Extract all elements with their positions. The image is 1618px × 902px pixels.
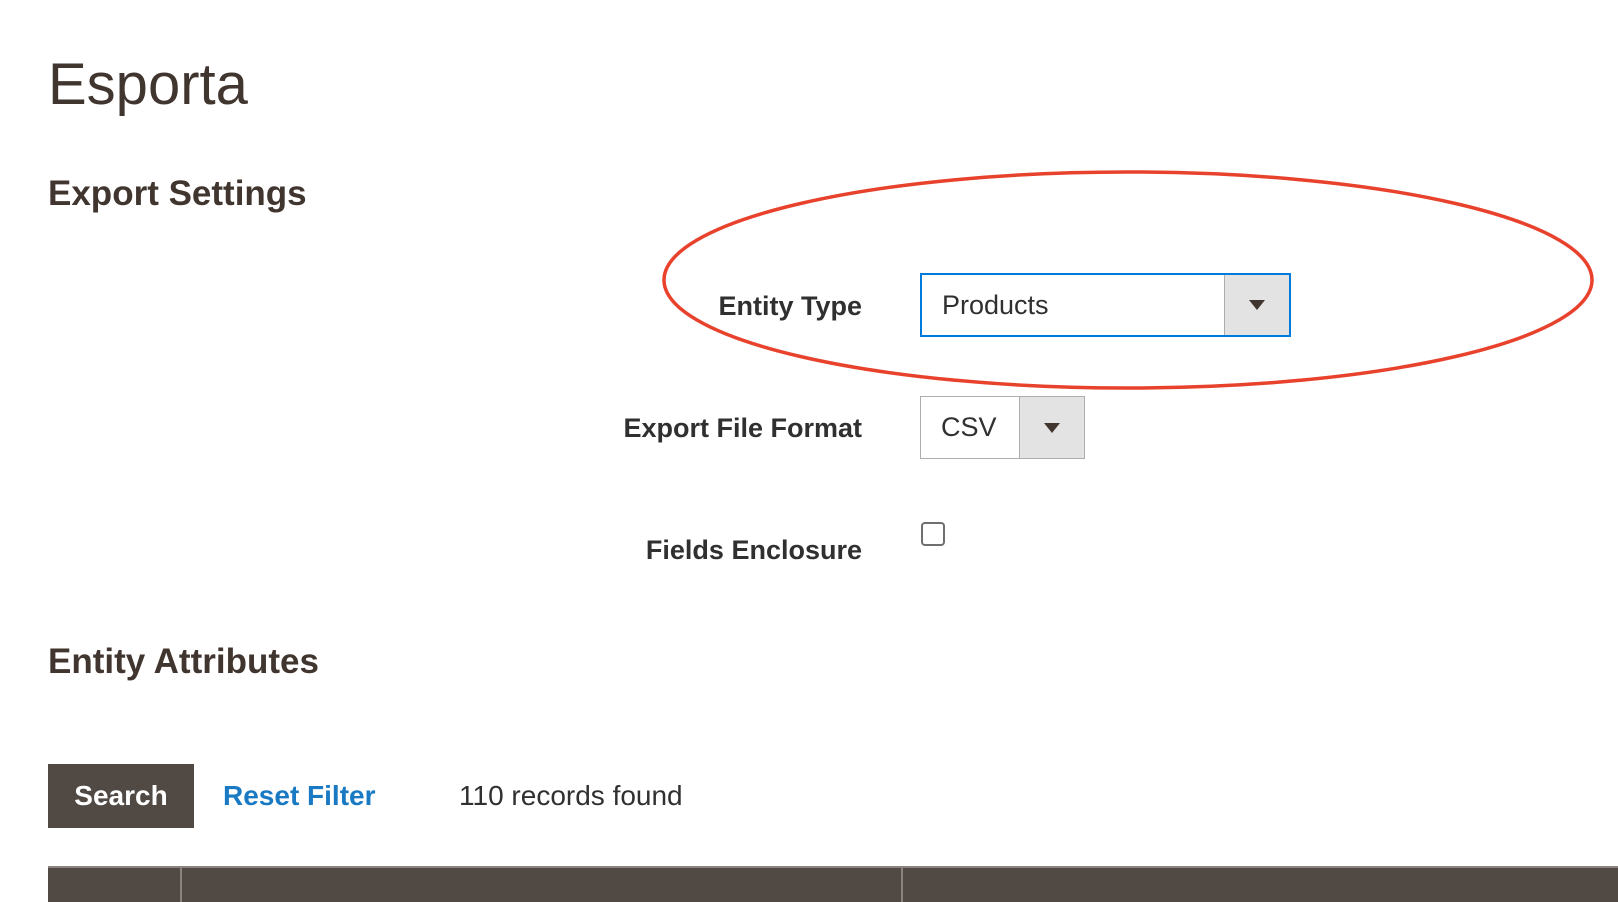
column-divider (901, 868, 903, 902)
export-settings-heading: Export Settings (48, 174, 307, 213)
export-page: Esporta Export Settings Entity Type Prod… (0, 0, 1618, 902)
page-title: Esporta (48, 52, 248, 117)
attributes-table-header (48, 866, 1618, 902)
export-file-format-value: CSV (941, 412, 997, 442)
chevron-down-icon (1044, 422, 1060, 433)
entity-type-select[interactable]: Products (920, 273, 1291, 337)
fields-enclosure-label: Fields Enclosure (645, 535, 862, 565)
export-file-format-label: Export File Format (623, 413, 862, 443)
chevron-down-icon (1249, 300, 1265, 310)
entity-type-value: Products (942, 289, 1049, 320)
column-divider (180, 868, 182, 902)
annotation-ellipse (662, 170, 1594, 390)
reset-filter-link[interactable]: Reset Filter (223, 778, 376, 814)
export-file-format-dropdown-button[interactable] (1019, 397, 1084, 458)
entity-type-label: Entity Type (718, 291, 862, 321)
records-count: 110 records found (459, 780, 683, 811)
entity-type-dropdown-button[interactable] (1224, 275, 1289, 335)
export-file-format-select[interactable]: CSV (920, 396, 1085, 459)
search-button[interactable]: Search (48, 764, 194, 828)
entity-attributes-heading: Entity Attributes (48, 642, 319, 681)
fields-enclosure-checkbox[interactable] (921, 522, 945, 546)
